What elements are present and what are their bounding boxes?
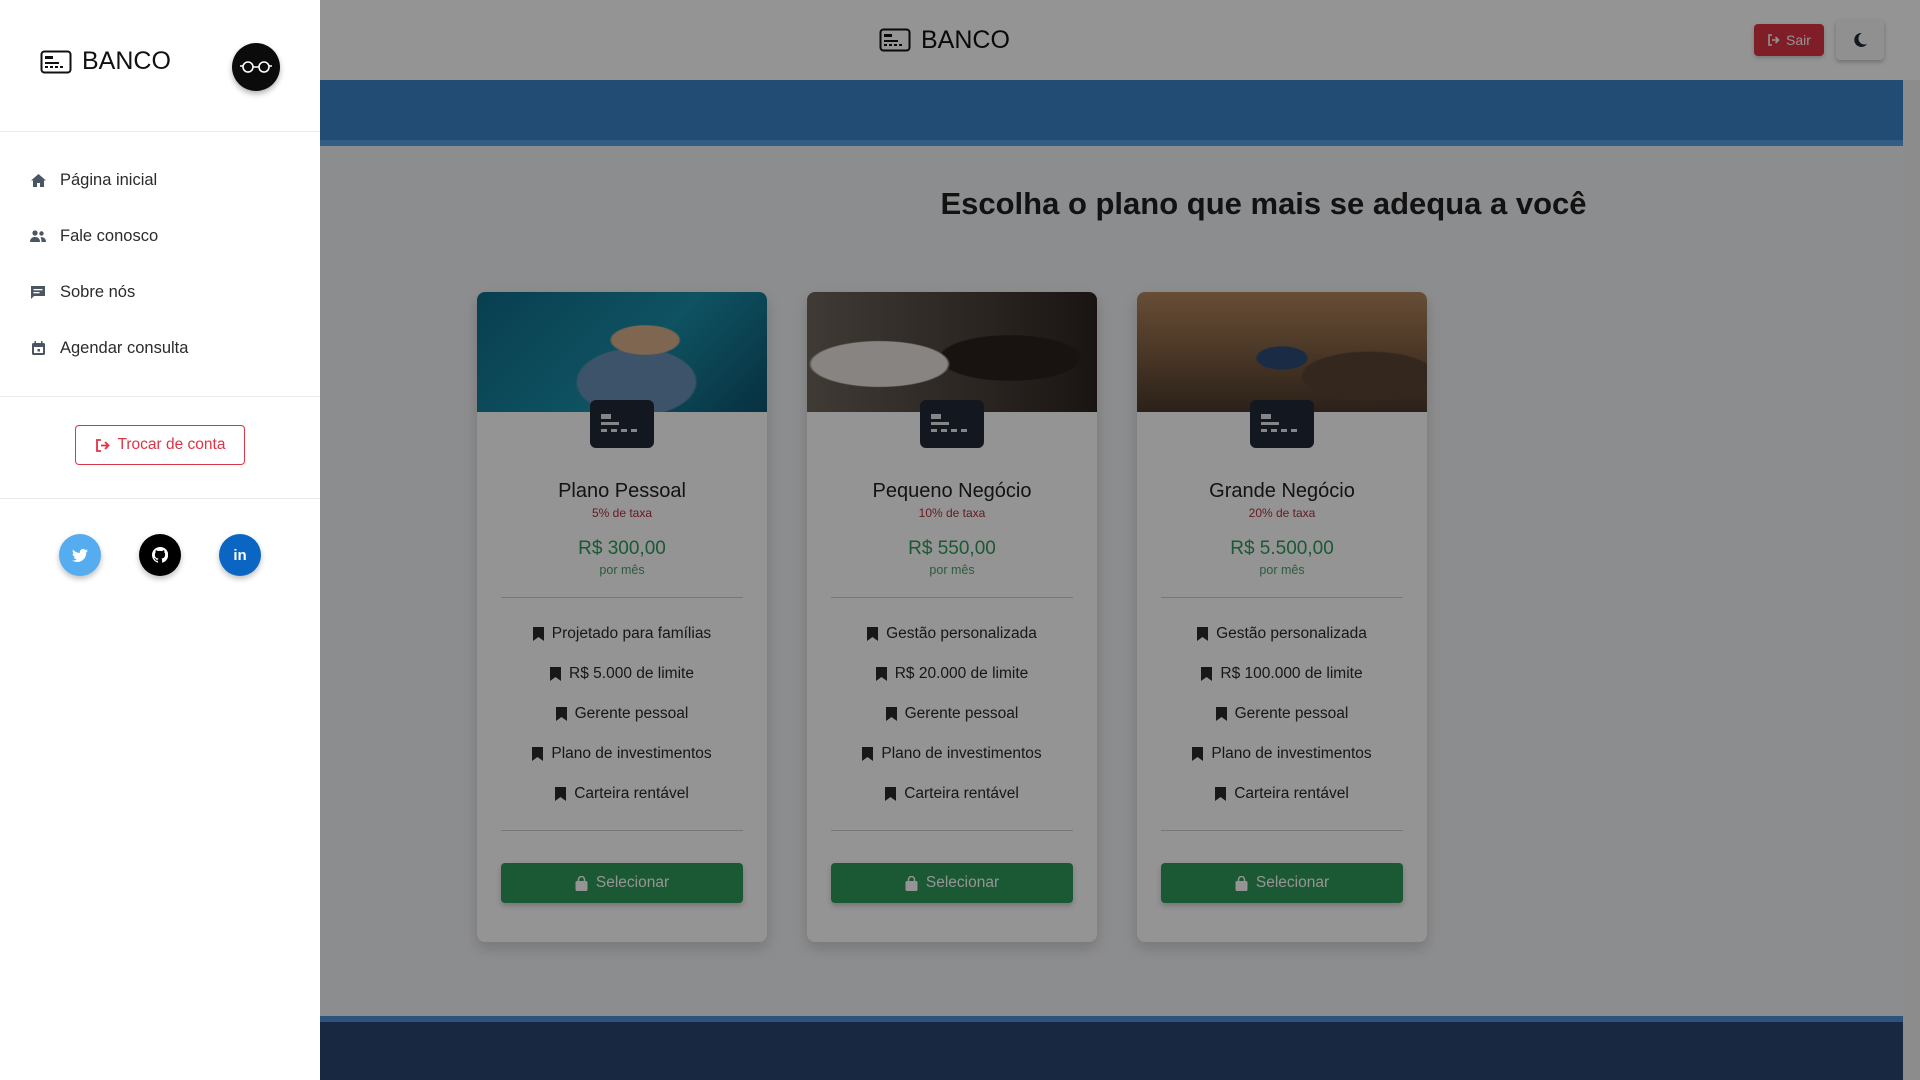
home-icon (30, 173, 46, 187)
twitter-icon (72, 548, 88, 562)
card-logo-icon (40, 50, 72, 73)
sidebar-brand-label: BANCO (82, 47, 171, 75)
sidebar-item-label: Agendar consulta (60, 338, 189, 357)
github-button[interactable] (139, 534, 181, 576)
github-icon (152, 547, 168, 563)
linkedin-button[interactable]: in (219, 534, 261, 576)
avatar[interactable] (232, 43, 280, 91)
sidebar-item-schedule[interactable]: Agendar consulta (0, 320, 320, 376)
sidebar-brand[interactable]: BANCO (40, 47, 171, 76)
sidebar-item-label: Fale conosco (60, 226, 159, 245)
sidebar-item-contact[interactable]: Fale conosco (0, 208, 320, 264)
switch-account-label: Trocar de conta (117, 436, 226, 453)
sidebar-item-label: Sobre nós (60, 282, 136, 301)
linkedin-icon: in (233, 546, 247, 564)
sidebar-item-about[interactable]: Sobre nós (0, 264, 320, 320)
switch-account-button[interactable]: Trocar de conta (75, 425, 245, 465)
sidebar-divider (0, 498, 320, 499)
sidebar-item-label: Página inicial (60, 170, 158, 189)
twitter-button[interactable] (59, 534, 101, 576)
sign-out-icon (95, 438, 110, 452)
calendar-icon (30, 341, 46, 355)
sidebar-header: BANCO (0, 0, 320, 132)
users-icon (30, 230, 46, 242)
comment-icon (30, 285, 46, 299)
sidebar-divider (0, 396, 320, 397)
sidebar-item-home[interactable]: Página inicial (0, 152, 320, 208)
sidebar: BANCO Página inicial Fale conosco Sobre … (0, 0, 320, 1080)
sidebar-nav: Página inicial Fale conosco Sobre nós Ag… (0, 152, 320, 376)
glasses-icon (240, 61, 272, 73)
